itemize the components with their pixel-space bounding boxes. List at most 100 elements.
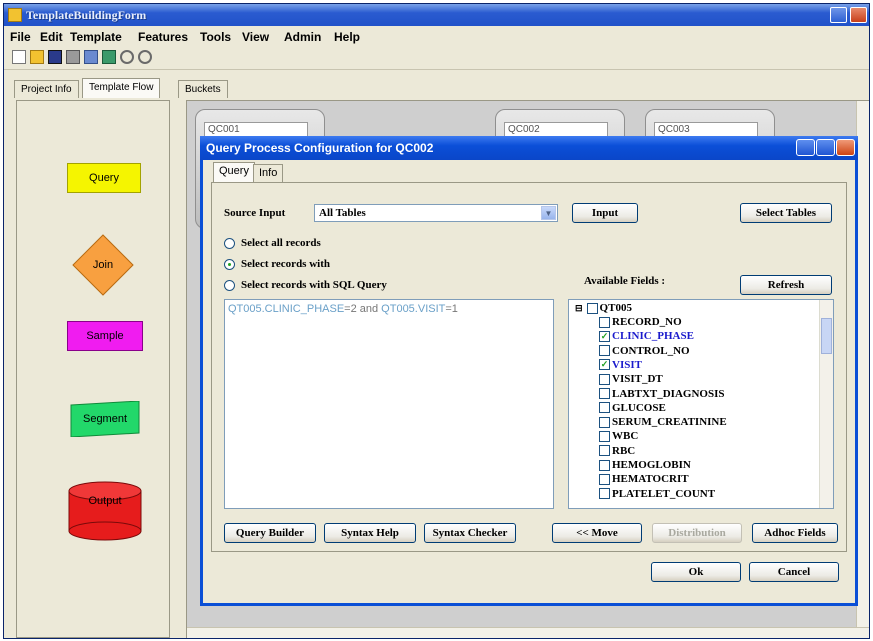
new-icon[interactable] [12, 50, 26, 64]
field-label: CLINIC_PHASE [612, 330, 694, 343]
menu-admin[interactable]: Admin [284, 30, 321, 44]
dialog-maximize-button[interactable] [816, 139, 835, 156]
menu-features[interactable]: Features [138, 30, 188, 44]
dialog-title-bar[interactable]: Query Process Configuration for QC002 [200, 136, 858, 160]
move-button[interactable]: << Move [552, 523, 642, 543]
tab-query[interactable]: Query [213, 162, 255, 183]
input-button[interactable]: Input [572, 203, 638, 223]
output-shape[interactable]: Output [67, 481, 143, 541]
field-item[interactable]: VISIT_DT [599, 373, 663, 385]
field-item[interactable]: SERUM_CREATININE [599, 416, 727, 428]
checkbox[interactable] [599, 459, 610, 471]
query-builder-button[interactable]: Query Builder [224, 523, 316, 543]
field-item[interactable]: WBC [599, 430, 638, 442]
menu-edit[interactable]: Edit [40, 30, 63, 44]
field-item[interactable]: ✓ VISIT [599, 359, 642, 371]
checkbox[interactable] [599, 445, 610, 457]
field-label: RECORD_NO [612, 316, 682, 328]
refresh-button[interactable]: Refresh [740, 275, 832, 295]
field-item[interactable]: ✓ CLINIC_PHASE [599, 330, 694, 342]
save-icon[interactable] [48, 50, 62, 64]
segment-shape[interactable]: Segment [67, 401, 143, 437]
print-icon[interactable] [66, 50, 80, 64]
shape-palette: Query Join Sample Segment Output [16, 100, 170, 638]
checkbox[interactable] [599, 430, 610, 442]
available-fields-label: Available Fields : [584, 275, 666, 287]
source-input-select[interactable]: All Tables ▼ [314, 204, 558, 222]
checkbox[interactable]: ✓ [599, 330, 610, 342]
field-label: VISIT [612, 358, 642, 371]
open-folder-icon[interactable] [30, 50, 44, 64]
cancel-button[interactable]: Cancel [749, 562, 839, 582]
radio-select-with[interactable]: Select records with [224, 258, 330, 270]
checkbox[interactable] [599, 473, 610, 485]
field-item[interactable]: GLUCOSE [599, 402, 666, 414]
radio-select-all[interactable]: Select all records [224, 237, 321, 249]
adhoc-fields-button[interactable]: Adhoc Fields [752, 523, 838, 543]
field-label: VISIT_DT [612, 373, 663, 386]
tree-root-qt005[interactable]: ⊟ QT005 [575, 302, 632, 314]
join-shape[interactable]: Join [71, 233, 135, 297]
query-shape[interactable]: Query [67, 163, 141, 193]
chevron-down-icon[interactable]: ▼ [541, 206, 556, 220]
minimize-button[interactable] [830, 7, 847, 23]
checkbox[interactable] [599, 345, 610, 357]
checkbox[interactable] [599, 402, 610, 414]
menu-help[interactable]: Help [334, 30, 360, 44]
field-item[interactable]: RECORD_NO [599, 316, 682, 328]
tab-template-flow[interactable]: Template Flow [82, 78, 161, 98]
tree-expand-icon[interactable]: ⊟ [575, 303, 583, 314]
report-icon[interactable] [102, 50, 116, 64]
radio-select-sql[interactable]: Select records with SQL Query [224, 279, 387, 291]
close-button[interactable] [850, 7, 867, 23]
dialog-minimize-button[interactable] [796, 139, 815, 156]
checkbox[interactable] [599, 416, 610, 428]
field-item[interactable]: RBC [599, 445, 635, 457]
available-fields-tree[interactable]: ⊟ QT005 RECORD_NO ✓ CLINIC_PHASE CONTROL_NO… [568, 299, 834, 509]
window-title-bar[interactable]: TemplateBuildingForm [4, 4, 869, 26]
select-tables-button[interactable]: Select Tables [740, 203, 832, 223]
field-item[interactable]: LABTXT_DIAGNOSIS [599, 388, 724, 400]
fields-vertical-scrollbar[interactable] [819, 300, 833, 508]
checkbox[interactable]: ✓ [599, 359, 610, 371]
tab-buckets[interactable]: Buckets [178, 80, 228, 98]
field-label: HEMOGLOBIN [612, 459, 691, 471]
tab-info[interactable]: Info [253, 164, 284, 182]
field-item[interactable]: PLATELET_COUNT [599, 488, 715, 500]
tab-project-info[interactable]: Project Info [14, 80, 79, 98]
filter-icon[interactable] [84, 50, 98, 64]
menu-tools[interactable]: Tools [200, 30, 231, 44]
sql-query-textarea[interactable]: QT005.CLINIC_PHASE=2 and QT005.VISIT=1 [224, 299, 554, 509]
radio-label: Select records with [241, 258, 330, 270]
syntax-help-button[interactable]: Syntax Help [324, 523, 416, 543]
source-input-value: All Tables [319, 207, 366, 219]
sample-shape[interactable]: Sample [67, 321, 143, 351]
scrollbar-thumb[interactable] [821, 318, 832, 354]
sql-op-2: =1 [445, 303, 458, 315]
checkbox[interactable] [599, 388, 610, 399]
radio-indicator [224, 258, 235, 270]
cylinder-shape-icon [68, 481, 142, 541]
field-item[interactable]: HEMATOCRIT [599, 473, 689, 485]
checkbox[interactable] [599, 373, 610, 385]
field-item[interactable]: CONTROL_NO [599, 345, 690, 357]
ok-button[interactable]: Ok [651, 562, 741, 582]
syntax-checker-button[interactable]: Syntax Checker [424, 523, 516, 543]
menu-template[interactable]: Template [70, 30, 122, 44]
checkbox[interactable] [586, 302, 598, 314]
source-input-label: Source Input [224, 207, 286, 219]
canvas-horizontal-scrollbar[interactable] [187, 627, 869, 638]
checkbox[interactable] [599, 316, 610, 328]
field-label: LABTXT_DIAGNOSIS [612, 387, 725, 400]
zoom-out-icon[interactable] [138, 50, 152, 64]
dialog-close-button[interactable] [836, 139, 855, 156]
canvas-vertical-scrollbar[interactable] [856, 101, 869, 638]
menu-file[interactable]: File [10, 30, 31, 44]
zoom-in-icon[interactable] [120, 50, 134, 64]
segment-label: Segment [82, 413, 128, 425]
checkbox[interactable] [599, 488, 610, 500]
menu-view[interactable]: View [242, 30, 269, 44]
radio-label: Select all records [241, 237, 321, 249]
field-item[interactable]: HEMOGLOBIN [599, 459, 691, 471]
field-label: RBC [612, 444, 636, 457]
